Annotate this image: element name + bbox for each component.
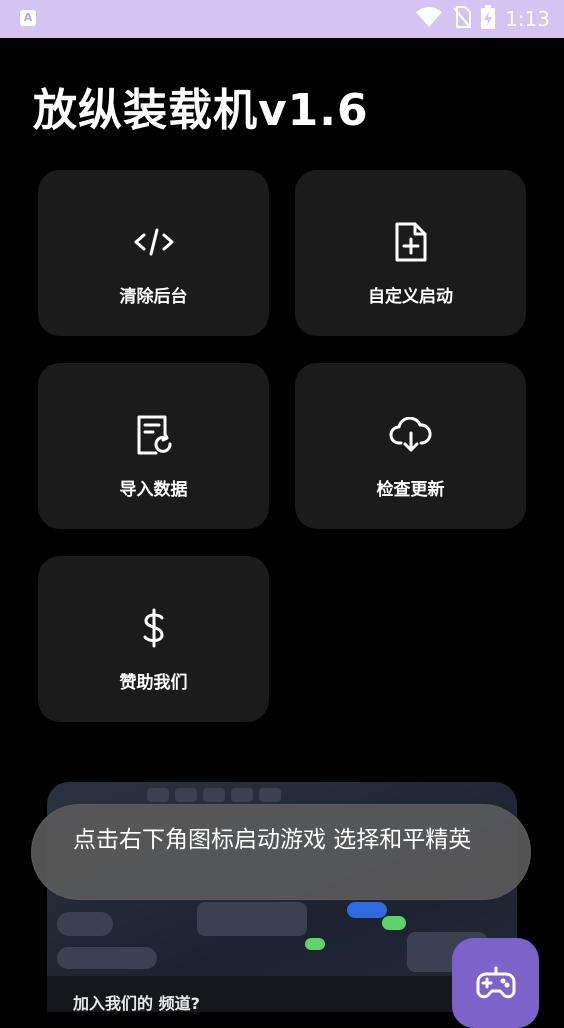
no-sim-icon bbox=[453, 6, 472, 32]
custom-launch-button[interactable]: 自定义启动 bbox=[295, 170, 526, 336]
import-data-button[interactable]: 导入数据 bbox=[38, 363, 269, 529]
status-time: 1:13 bbox=[505, 7, 550, 31]
sponsor-button[interactable]: 赞助我们 bbox=[38, 556, 269, 722]
check-update-button[interactable]: 检查更新 bbox=[295, 363, 526, 529]
banner-decoration bbox=[147, 788, 169, 802]
code-icon bbox=[132, 220, 176, 264]
banner-decoration bbox=[305, 938, 325, 950]
app-title: 放纵装载机v1.6 bbox=[33, 85, 369, 136]
banner-decoration bbox=[231, 788, 253, 802]
wifi-icon bbox=[415, 6, 443, 32]
import-data-label: 导入数据 bbox=[119, 480, 188, 500]
banner-caption-bar: 加入我们的 频道? bbox=[47, 976, 517, 1012]
custom-launch-label: 自定义启动 bbox=[368, 287, 453, 307]
banner-decoration bbox=[203, 788, 225, 802]
clear-background-button[interactable]: 清除后台 bbox=[38, 170, 269, 336]
dollar-icon bbox=[132, 606, 176, 650]
battery-charging-icon bbox=[481, 5, 496, 33]
launch-game-fab[interactable] bbox=[452, 938, 539, 1028]
banner-caption: 加入我们的 频道? bbox=[73, 994, 200, 1012]
banner-decoration bbox=[197, 902, 307, 936]
sponsor-label: 赞助我们 bbox=[119, 673, 188, 693]
banner-decoration bbox=[57, 912, 113, 936]
app-notification-icon: A bbox=[20, 10, 36, 26]
check-update-label: 检查更新 bbox=[376, 480, 445, 500]
toast-message: 点击右下角图标启动游戏 选择和平精英 bbox=[31, 804, 531, 900]
banner-decoration bbox=[347, 902, 387, 918]
clear-background-label: 清除后台 bbox=[119, 287, 188, 307]
banner-decoration bbox=[57, 947, 157, 969]
file-add-icon bbox=[389, 220, 433, 264]
status-bar: A 1:13 bbox=[0, 0, 564, 38]
banner-decoration bbox=[175, 788, 197, 802]
banner-decoration bbox=[259, 788, 281, 802]
document-refresh-icon bbox=[132, 413, 176, 457]
gamepad-icon bbox=[475, 966, 516, 999]
cloud-download-icon bbox=[389, 413, 433, 457]
banner-decoration bbox=[382, 916, 406, 930]
